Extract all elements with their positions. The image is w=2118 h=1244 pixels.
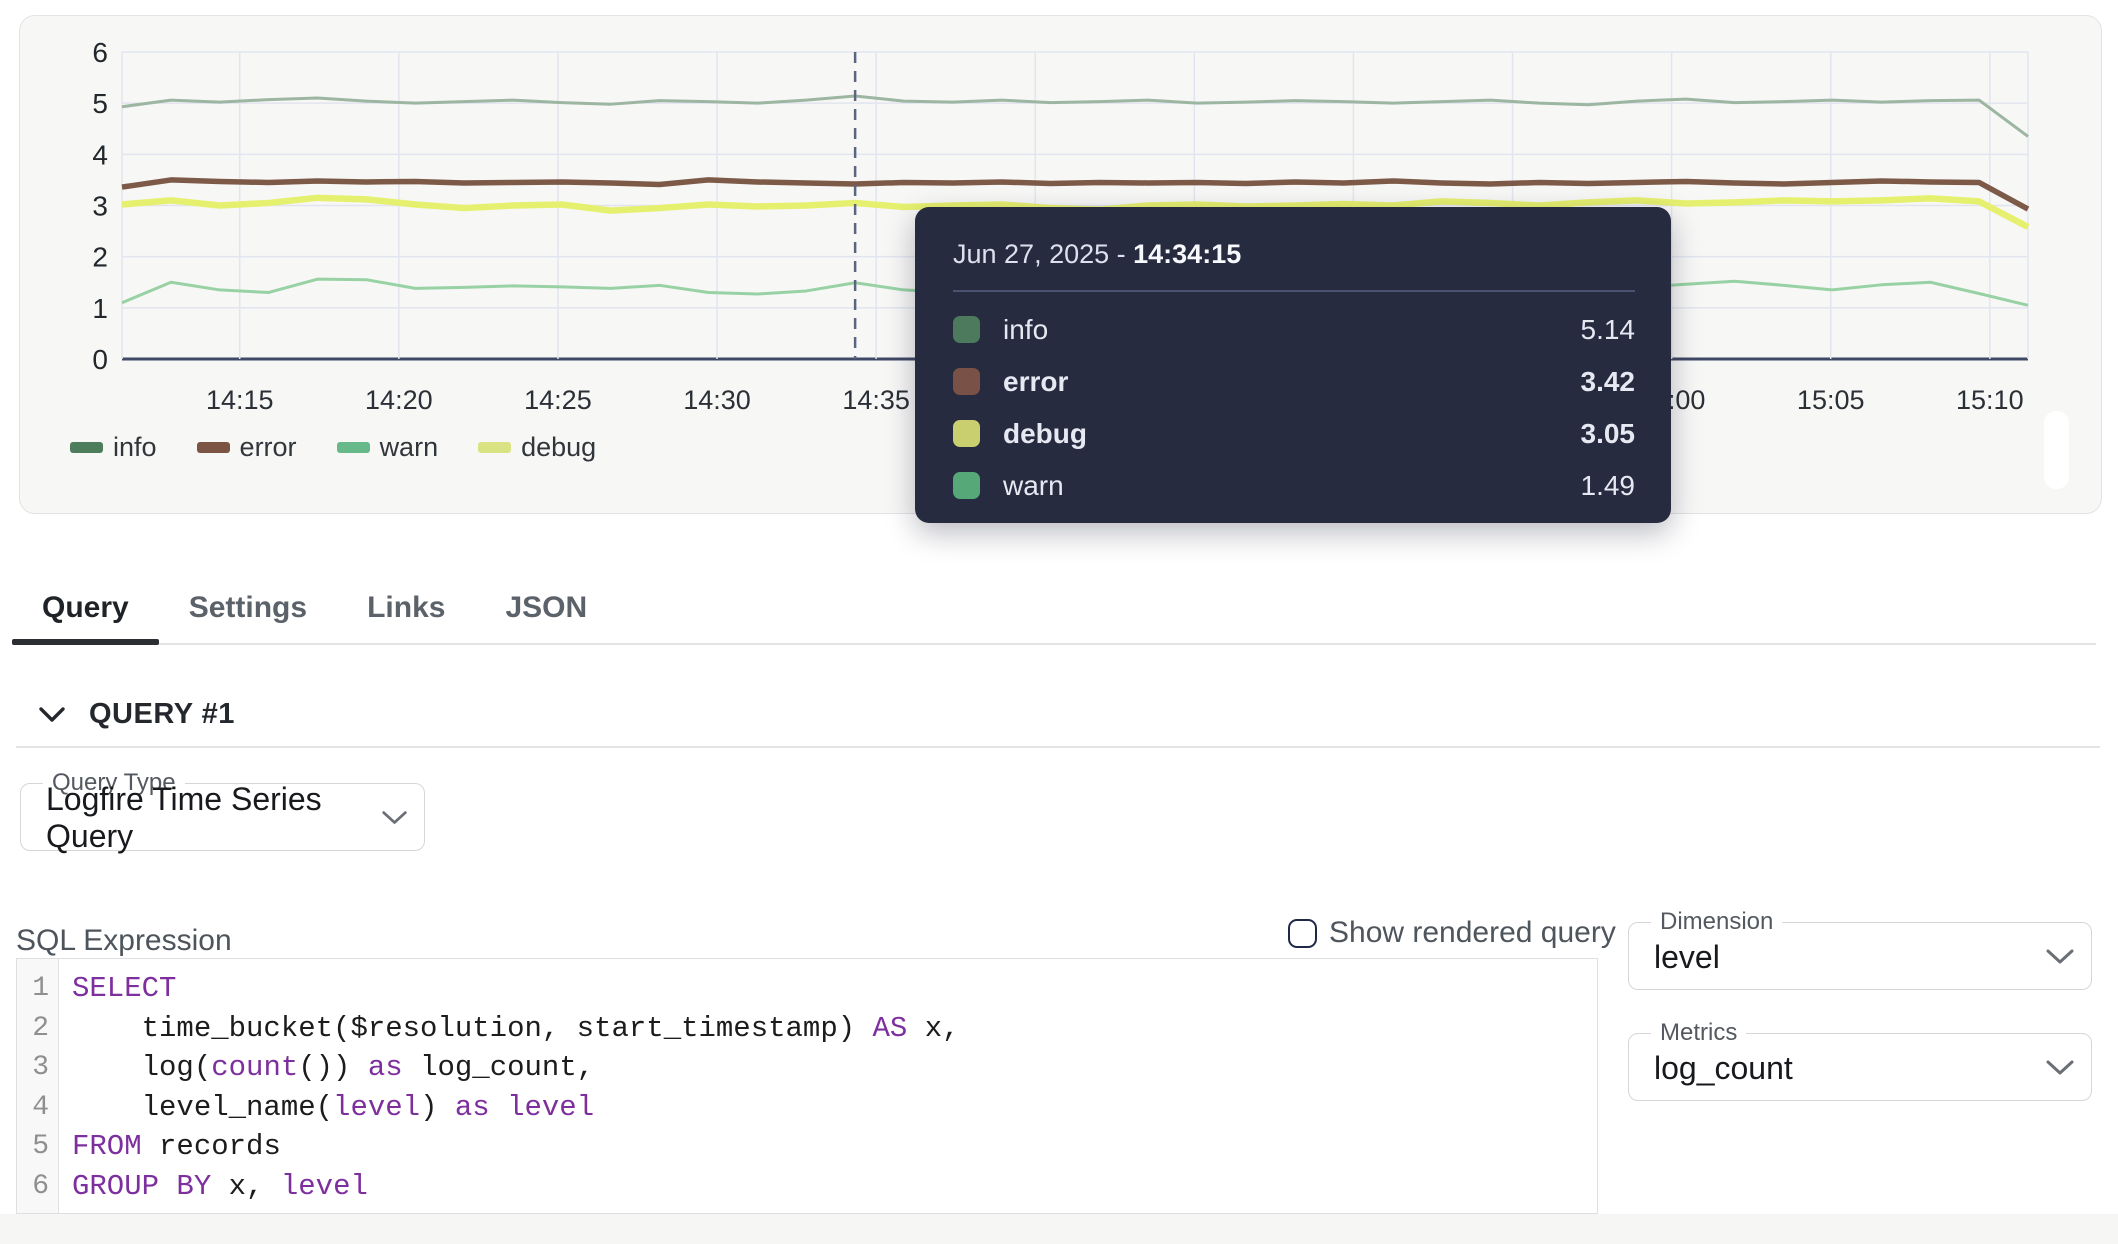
svg-text:1: 1	[92, 293, 108, 324]
query-section-header[interactable]: QUERY #1	[38, 698, 235, 731]
tab-settings[interactable]: Settings	[159, 573, 337, 643]
show-rendered-query-control: Show rendered query	[1288, 916, 1600, 950]
chart-tooltip: Jun 27, 2025 - 14:34:15 info 5.14 error …	[915, 207, 1671, 523]
chevron-down-icon	[38, 706, 66, 724]
legend-label: info	[113, 432, 157, 463]
tooltip-series-label: warn	[1003, 470, 1581, 502]
legend-item-error[interactable]: error	[197, 432, 297, 463]
query-section-title: QUERY #1	[89, 698, 235, 731]
dimension-select[interactable]: Dimension level	[1628, 908, 2092, 990]
legend-item-warn[interactable]: warn	[337, 432, 439, 463]
section-divider	[16, 746, 2100, 748]
query-type-value: Logfire Time Series Query	[46, 781, 381, 855]
tooltip-row-warn: warn 1.49	[953, 460, 1635, 512]
svg-text:15:05: 15:05	[1797, 385, 1865, 415]
sql-expression-label: SQL Expression	[16, 924, 232, 958]
tooltip-row-error: error 3.42	[953, 356, 1635, 408]
tooltip-series-label: debug	[1003, 418, 1581, 450]
legend-label: debug	[521, 432, 596, 463]
query-type-select[interactable]: Query Type Logfire Time Series Query	[20, 769, 425, 851]
metrics-select[interactable]: Metrics log_count	[1628, 1019, 2092, 1101]
chart-legend: info error warn debug	[70, 432, 596, 463]
chevron-down-icon	[2045, 948, 2075, 966]
legend-item-info[interactable]: info	[70, 432, 157, 463]
tab-links[interactable]: Links	[337, 573, 475, 643]
svg-text:15:10: 15:10	[1956, 385, 2024, 415]
chevron-down-icon	[381, 809, 408, 827]
metrics-value: log_count	[1654, 1050, 1793, 1087]
metrics-label: Metrics	[1651, 1019, 1746, 1047]
tooltip-series-value: 3.42	[1581, 366, 1636, 398]
panel-tabs: Query Settings Links JSON	[12, 573, 2096, 645]
debug-swatch-icon	[478, 442, 511, 453]
svg-text:5: 5	[92, 88, 108, 119]
svg-text:14:35: 14:35	[842, 385, 910, 415]
warn-swatch-icon	[953, 472, 980, 499]
dimension-value: level	[1654, 939, 1720, 976]
line-number-gutter: 123456	[17, 959, 59, 1213]
legend-label: warn	[380, 432, 439, 463]
dimension-label: Dimension	[1651, 908, 1782, 936]
svg-text:2: 2	[92, 242, 108, 273]
chart-scrollbar-thumb[interactable]	[2044, 411, 2069, 489]
tooltip-series-value: 5.14	[1581, 314, 1636, 346]
error-swatch-icon	[953, 368, 980, 395]
svg-text:6: 6	[92, 37, 108, 68]
info-swatch-icon	[953, 316, 980, 343]
info-swatch-icon	[70, 442, 103, 453]
svg-text:14:20: 14:20	[365, 385, 433, 415]
bottom-strip	[0, 1214, 2118, 1244]
legend-label: error	[240, 432, 297, 463]
show-rendered-query-label[interactable]: Show rendered query	[1329, 916, 1616, 950]
debug-swatch-icon	[953, 420, 980, 447]
svg-text:4: 4	[92, 139, 108, 170]
sql-code[interactable]: SELECT time_bucket($resolution, start_ti…	[59, 959, 960, 1213]
tooltip-divider	[953, 290, 1635, 292]
error-swatch-icon	[197, 442, 230, 453]
show-rendered-query-checkbox[interactable]	[1288, 919, 1317, 948]
tab-query[interactable]: Query	[12, 573, 159, 643]
svg-text:0: 0	[92, 344, 108, 375]
tooltip-series-label: info	[1003, 314, 1581, 346]
svg-text:14:25: 14:25	[524, 385, 592, 415]
tooltip-series-label: error	[1003, 366, 1581, 398]
tooltip-row-info: info 5.14	[953, 304, 1635, 356]
tab-json[interactable]: JSON	[475, 573, 617, 643]
chevron-down-icon	[2045, 1059, 2075, 1077]
svg-text:3: 3	[92, 191, 108, 222]
legend-item-debug[interactable]: debug	[478, 432, 596, 463]
warn-swatch-icon	[337, 442, 370, 453]
tooltip-series-value: 1.49	[1581, 470, 1636, 502]
tooltip-series-value: 3.05	[1581, 418, 1636, 450]
svg-text:14:15: 14:15	[206, 385, 274, 415]
tooltip-row-debug: debug 3.05	[953, 408, 1635, 460]
tooltip-timestamp: Jun 27, 2025 - 14:34:15	[953, 239, 1635, 270]
sql-code-editor[interactable]: 123456 SELECT time_bucket($resolution, s…	[16, 958, 1598, 1214]
svg-text:14:30: 14:30	[683, 385, 751, 415]
